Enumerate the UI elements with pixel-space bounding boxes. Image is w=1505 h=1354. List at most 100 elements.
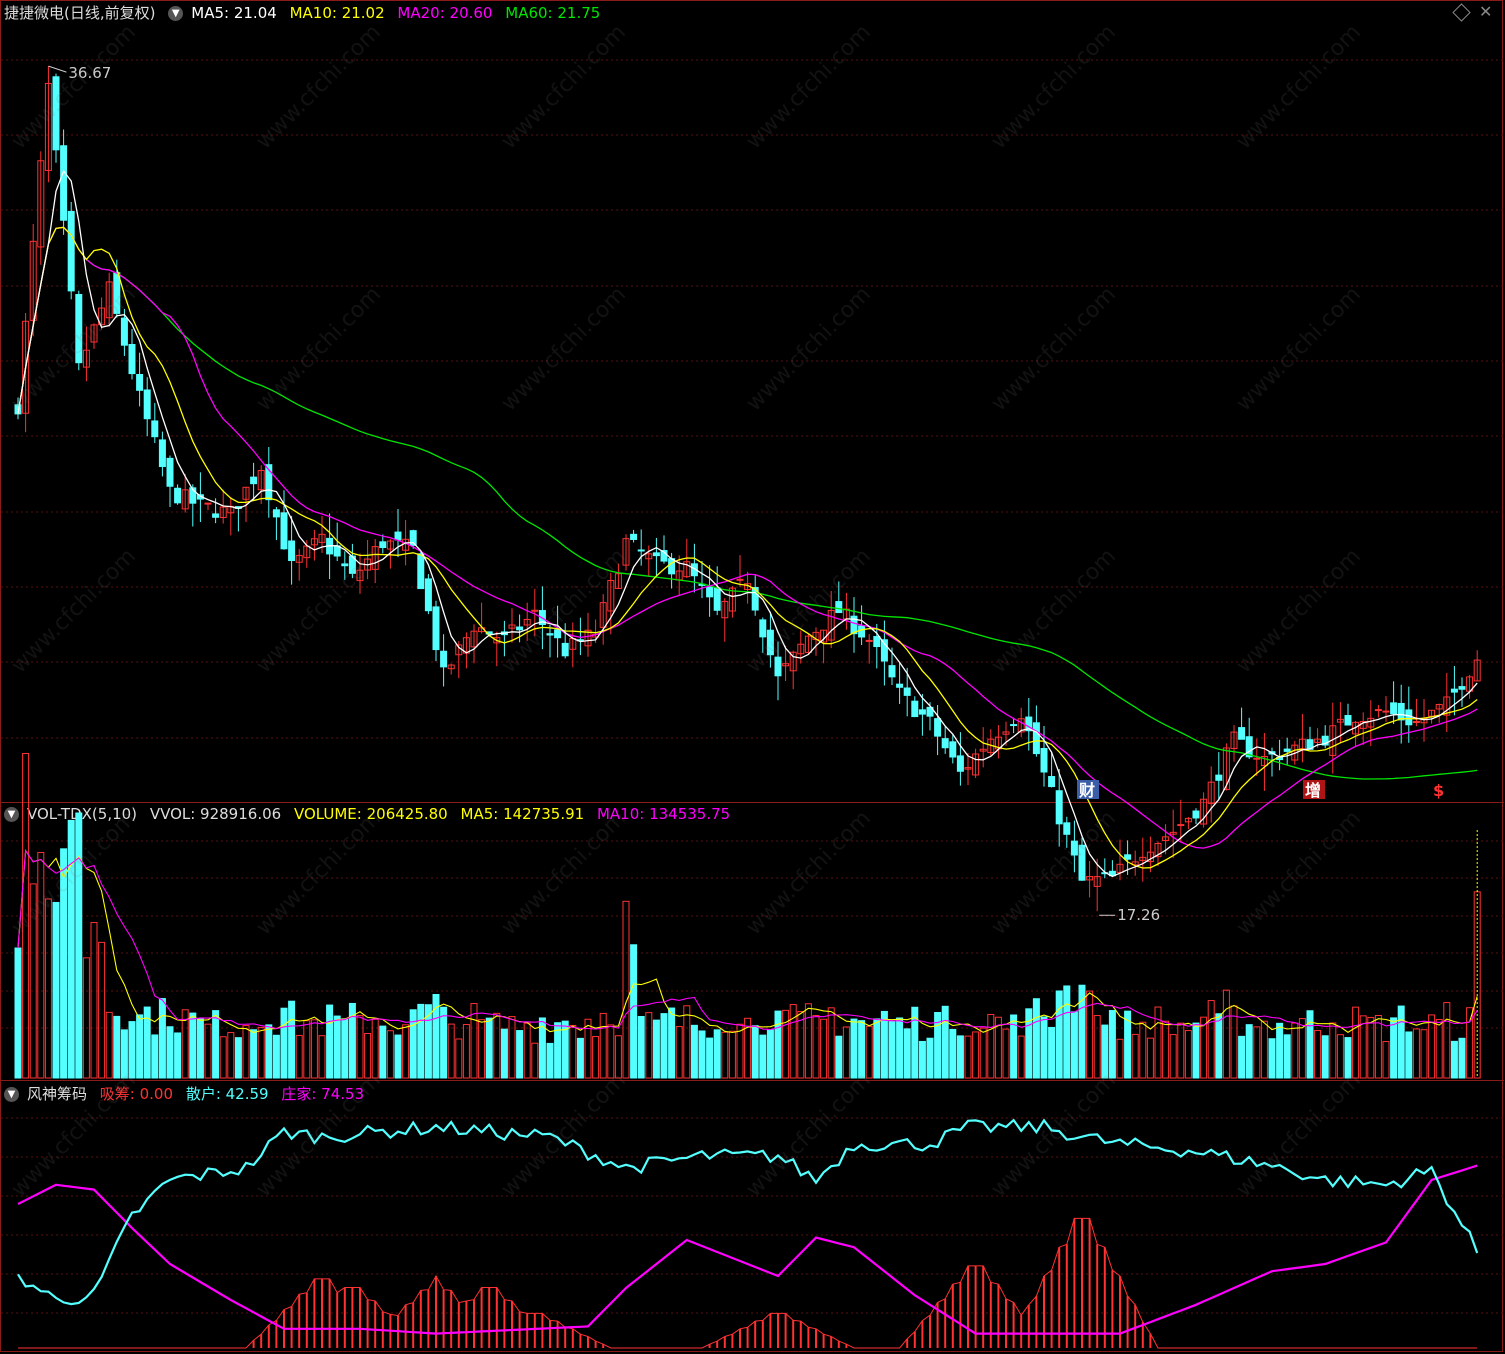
volume-bar: [1162, 1020, 1170, 1079]
candle: [1283, 748, 1291, 752]
watermark: www.cfchi.com: [497, 1068, 631, 1202]
watermark: www.cfchi.com: [742, 1068, 876, 1202]
candle: [158, 439, 166, 468]
volume-bar: [90, 922, 98, 1079]
volume-bar: [462, 1024, 470, 1079]
volume-bar: [523, 1022, 531, 1079]
high-arrow: [48, 65, 67, 73]
volume-bar: [1291, 1022, 1299, 1079]
volume-bar: [888, 1020, 896, 1079]
volume-bar: [576, 1037, 584, 1079]
watermark: www.cfchi.com: [497, 282, 631, 416]
volume-bar: [500, 1028, 508, 1079]
volume-bar: [1443, 1002, 1451, 1079]
volume-bar: [1245, 1024, 1253, 1079]
ma60-line: [17, 226, 1478, 780]
watermark: www.cfchi.com: [987, 544, 1121, 678]
volume-bar: [1382, 1041, 1390, 1079]
candle: [272, 509, 280, 518]
ma5-line: [17, 169, 1478, 878]
watermark: www.cfchi.com: [1232, 544, 1366, 678]
volume-bar: [250, 1029, 258, 1079]
volume-bar: [1458, 1037, 1466, 1079]
volume-bar: [189, 1012, 197, 1079]
volume-bar: [1146, 1037, 1154, 1079]
volume-bar: [804, 1003, 812, 1079]
candle: [835, 601, 843, 614]
watermark: www.cfchi.com: [1232, 20, 1366, 154]
volume-bar: [531, 1042, 539, 1079]
volume-bar: [1032, 998, 1040, 1079]
volume-bar: [219, 1036, 227, 1079]
candle: [120, 317, 128, 346]
volume-bar: [409, 1009, 417, 1079]
watermark: www.cfchi.com: [252, 282, 386, 416]
candle: [865, 639, 873, 642]
volume-bar: [158, 998, 166, 1079]
volume-bar: [318, 1035, 326, 1079]
volume-bar: [212, 1010, 220, 1079]
volume-bar: [44, 898, 52, 1079]
volume-bar: [1390, 1017, 1398, 1079]
volume-bar: [326, 1004, 334, 1079]
volume-bar: [949, 1028, 957, 1079]
candle: [394, 531, 402, 541]
volume-bar: [447, 1023, 455, 1079]
volume-bar: [1063, 985, 1071, 1079]
watermark: www.cfchi.com: [7, 544, 141, 678]
volume-bar: [1116, 1038, 1124, 1079]
candle: [67, 210, 75, 292]
watermark: www.cfchi.com: [252, 806, 386, 940]
candle: [1032, 722, 1040, 755]
volume-bar: [166, 1026, 174, 1079]
volume-bar: [1154, 1006, 1162, 1079]
volume-bar: [1412, 1028, 1420, 1079]
volume-bar: [1108, 1010, 1116, 1079]
candle: [212, 513, 220, 518]
volume-bar: [14, 947, 22, 1079]
volume-bar: [956, 1035, 964, 1079]
candle: [128, 343, 136, 375]
candle: [706, 586, 714, 598]
watermark: www.cfchi.com: [987, 282, 1121, 416]
candle: [1010, 724, 1018, 727]
volume-bar: [1040, 1016, 1048, 1079]
volume-bar: [979, 1027, 987, 1079]
volume-bar: [1374, 1015, 1382, 1079]
volume-bar: [1169, 1034, 1177, 1079]
volume-bar: [569, 1024, 577, 1079]
watermark: www.cfchi.com: [742, 282, 876, 416]
volume-bar: [690, 1024, 698, 1079]
candle: [956, 755, 964, 772]
candle: [143, 389, 151, 420]
volume-bar: [1268, 1038, 1276, 1079]
volume-bar: [736, 1023, 744, 1079]
watermark: www.cfchi.com: [497, 806, 631, 940]
volume-bar: [903, 1028, 911, 1079]
volume-bar: [782, 1009, 790, 1079]
candle: [668, 558, 676, 575]
volume-bar: [82, 957, 90, 1079]
candle: [1177, 824, 1185, 827]
chart-canvas[interactable]: 36.6717.26财增 $www.cfchi.com www.cfchi.com w…: [0, 0, 1505, 1354]
candle: [713, 587, 721, 611]
volume-bar: [751, 1025, 759, 1079]
volume-bar: [272, 1034, 280, 1079]
volume-bar: [113, 1015, 121, 1079]
ma20-line: [17, 226, 1478, 849]
volume-bar: [926, 1037, 934, 1079]
candle: [1238, 727, 1246, 740]
volume-bar: [622, 900, 630, 1079]
candle: [288, 540, 296, 562]
volume-bar: [1314, 1030, 1322, 1079]
candle: [1055, 790, 1063, 825]
candle: [1048, 776, 1056, 788]
volume-bar: [675, 1026, 683, 1079]
volume-bar: [1352, 1006, 1360, 1079]
volume-bar: [379, 1025, 387, 1079]
volume-bar: [1002, 1028, 1010, 1079]
volume-bar: [386, 1030, 394, 1079]
candle: [379, 541, 387, 549]
candle: [531, 609, 539, 612]
volume-bar: [1131, 1033, 1139, 1079]
